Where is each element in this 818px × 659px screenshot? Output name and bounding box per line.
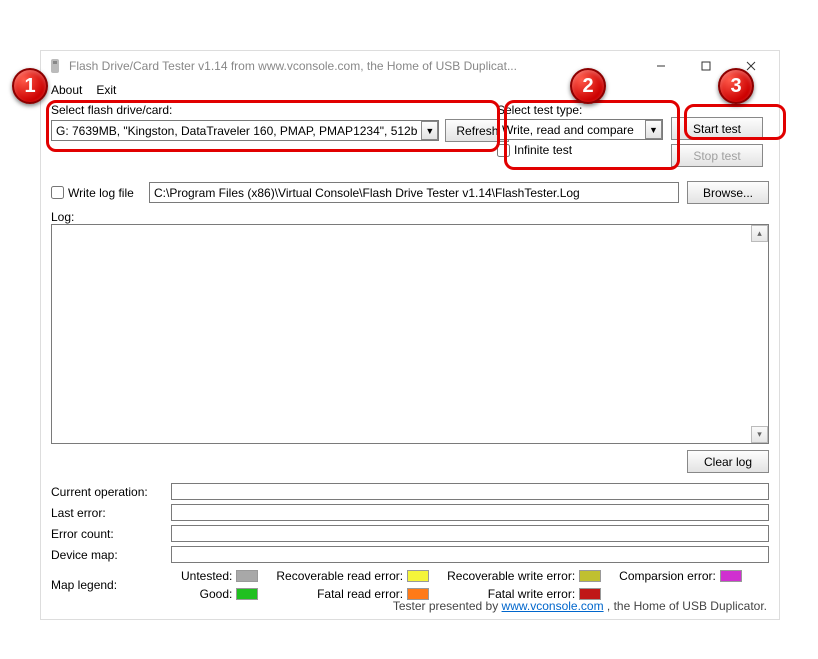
test-type-label: Select test type:	[497, 103, 663, 117]
legend-label: Map legend:	[51, 578, 171, 592]
app-icon	[47, 58, 63, 74]
stop-test-button[interactable]: Stop test	[671, 144, 763, 167]
legend-recwrite-label: Recoverable write error:	[447, 569, 575, 583]
write-log-label: Write log file	[68, 186, 134, 200]
device-map-label: Device map:	[51, 548, 171, 562]
swatch-comparison	[720, 570, 742, 582]
last-error-value	[171, 504, 769, 521]
footer-text: Tester presented by www.vconsole.com , t…	[393, 599, 767, 613]
minimize-button[interactable]	[638, 51, 683, 81]
write-log-checkbox[interactable]	[51, 186, 64, 199]
menu-about[interactable]: About	[51, 83, 82, 97]
current-op-label: Current operation:	[51, 485, 171, 499]
swatch-recread	[407, 570, 429, 582]
last-error-label: Last error:	[51, 506, 171, 520]
log-textarea[interactable]: ▴ ▾	[51, 224, 769, 444]
swatch-recwrite	[579, 570, 601, 582]
infinite-test-label: Infinite test	[514, 143, 572, 157]
legend-good-label: Good:	[200, 587, 233, 601]
test-type-value: Write, read and compare	[498, 123, 645, 137]
titlebar: Flash Drive/Card Tester v1.14 from www.v…	[41, 51, 779, 81]
scroll-up-button[interactable]: ▴	[751, 225, 768, 242]
footer-link[interactable]: www.vconsole.com	[502, 599, 604, 613]
window-title: Flash Drive/Card Tester v1.14 from www.v…	[69, 59, 517, 73]
log-label: Log:	[51, 210, 769, 224]
current-op-value	[171, 483, 769, 500]
app-window: Flash Drive/Card Tester v1.14 from www.v…	[40, 50, 780, 620]
chevron-down-icon[interactable]: ▼	[645, 120, 662, 139]
legend-comparison-label: Comparsion error:	[619, 569, 716, 583]
drive-select[interactable]: G: 7639MB, "Kingston, DataTraveler 160, …	[51, 120, 439, 141]
legend-untested-label: Untested:	[181, 569, 232, 583]
infinite-test-checkbox[interactable]	[497, 144, 510, 157]
scroll-down-button[interactable]: ▾	[751, 426, 768, 443]
close-button[interactable]	[728, 51, 773, 81]
swatch-untested	[236, 570, 258, 582]
maximize-button[interactable]	[683, 51, 728, 81]
start-test-button[interactable]: Start test	[671, 117, 763, 140]
drive-label: Select flash drive/card:	[51, 103, 489, 117]
clear-log-button[interactable]: Clear log	[687, 450, 769, 473]
drive-select-value: G: 7639MB, "Kingston, DataTraveler 160, …	[52, 124, 421, 138]
menu-exit[interactable]: Exit	[96, 83, 116, 97]
legend-items: Untested: Recoverable read error: Recove…	[181, 569, 742, 601]
legend-recread-label: Recoverable read error:	[276, 569, 403, 583]
device-map-value	[171, 546, 769, 563]
legend-fatalread-label: Fatal read error:	[317, 587, 403, 601]
swatch-good	[236, 588, 258, 600]
chevron-down-icon[interactable]: ▼	[421, 121, 438, 140]
browse-button[interactable]: Browse...	[687, 181, 769, 204]
error-count-label: Error count:	[51, 527, 171, 541]
log-path-field[interactable]: C:\Program Files (x86)\Virtual Console\F…	[149, 182, 679, 203]
error-count-value	[171, 525, 769, 542]
test-type-select[interactable]: Write, read and compare ▼	[497, 119, 663, 140]
menubar: About Exit	[41, 81, 779, 103]
